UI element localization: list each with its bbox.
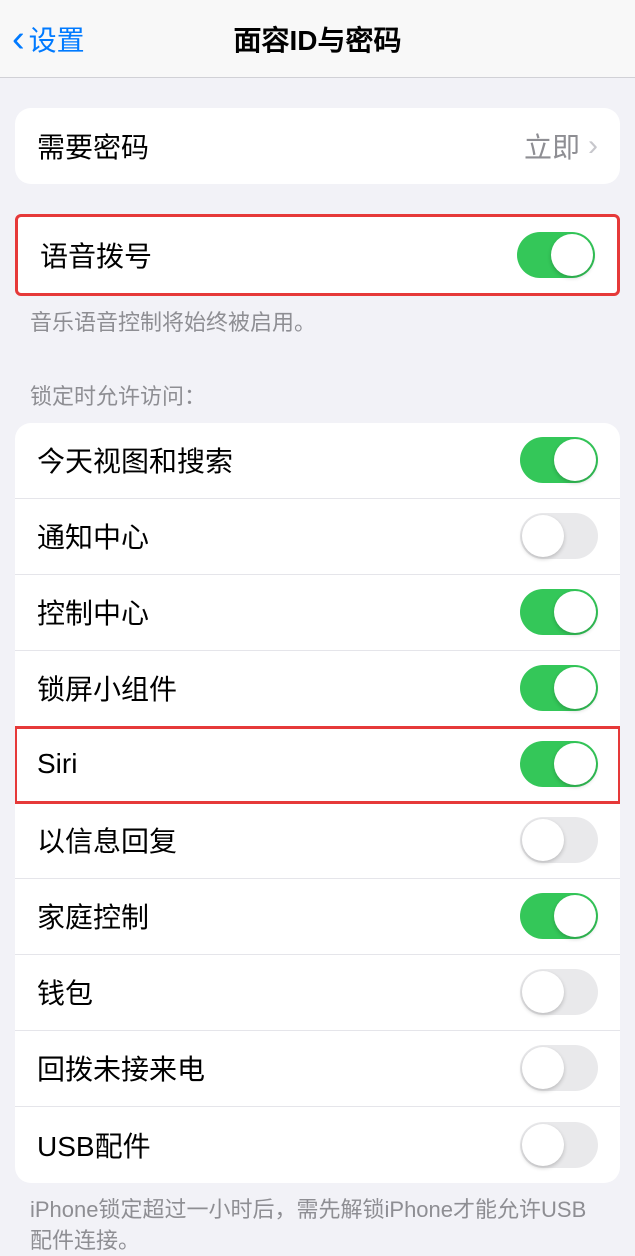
voice-dial-footer: 音乐语音控制将始终被启用。 (0, 296, 635, 339)
back-button[interactable]: ‹ 设置 (0, 19, 85, 59)
lock-item-toggle[interactable] (520, 1122, 598, 1168)
lock-section-footer: iPhone锁定超过一小时后，需先解锁iPhone才能允许USB配件连接。 (0, 1183, 635, 1256)
toggle-knob (522, 971, 564, 1013)
lock-item-toggle[interactable] (520, 969, 598, 1015)
lock-item-label: 通知中心 (37, 516, 149, 556)
header: ‹ 设置 面容ID与密码 (0, 0, 635, 78)
lock-item-label: 锁屏小组件 (37, 668, 177, 708)
lock-item-toggle[interactable] (520, 665, 598, 711)
toggle-knob (554, 439, 596, 481)
lock-item-toggle[interactable] (520, 817, 598, 863)
lock-item-row: 钱包 (15, 955, 620, 1031)
toggle-knob (522, 1047, 564, 1089)
voice-dial-toggle[interactable] (517, 232, 595, 278)
toggle-knob (551, 234, 593, 276)
lock-section-header: 锁定时允许访问： (0, 339, 635, 423)
toggle-knob (554, 895, 596, 937)
toggle-knob (554, 743, 596, 785)
lock-item-label: 家庭控制 (37, 896, 149, 936)
passcode-group: 需要密码 立即 › (15, 108, 620, 184)
lock-item-label: 钱包 (37, 972, 93, 1012)
toggle-knob (522, 515, 564, 557)
toggle-knob (522, 1124, 564, 1166)
lock-item-toggle[interactable] (520, 741, 598, 787)
voice-dial-group: 语音拨号 (15, 214, 620, 296)
toggle-knob (554, 591, 596, 633)
lock-item-label: Siri (37, 748, 77, 780)
require-passcode-row[interactable]: 需要密码 立即 › (15, 108, 620, 184)
lock-item-row: 今天视图和搜索 (15, 423, 620, 499)
toggle-knob (522, 819, 564, 861)
lock-access-group: 今天视图和搜索通知中心控制中心锁屏小组件 Siri 以信息回复家庭控制钱包回拨未接来… (15, 423, 620, 1183)
lock-item-row: 通知中心 (15, 499, 620, 575)
lock-item-label: 今天视图和搜索 (37, 440, 233, 480)
lock-item-label: 以信息回复 (37, 820, 177, 860)
lock-item-row: USB配件 (15, 1107, 620, 1183)
lock-item-toggle[interactable] (520, 513, 598, 559)
voice-dial-row: 语音拨号 (18, 217, 617, 293)
back-label: 设置 (29, 19, 85, 59)
lock-item-label: 控制中心 (37, 592, 149, 632)
page-title: 面容ID与密码 (233, 19, 401, 59)
chevron-right-icon: › (588, 129, 598, 163)
lock-item-row: 控制中心 (15, 575, 620, 651)
lock-item-row: 锁屏小组件 (15, 651, 620, 727)
require-passcode-value: 立即 (524, 126, 580, 166)
lock-item-row: Siri (15, 727, 620, 803)
toggle-knob (554, 667, 596, 709)
lock-item-label: 回拨未接来电 (37, 1048, 205, 1088)
lock-item-toggle[interactable] (520, 1045, 598, 1091)
chevron-left-icon: ‹ (12, 20, 25, 58)
require-passcode-label: 需要密码 (37, 126, 149, 166)
lock-item-row: 回拨未接来电 (15, 1031, 620, 1107)
lock-item-row: 以信息回复 (15, 803, 620, 879)
lock-item-toggle[interactable] (520, 589, 598, 635)
lock-item-toggle[interactable] (520, 437, 598, 483)
lock-item-toggle[interactable] (520, 893, 598, 939)
lock-item-row: 家庭控制 (15, 879, 620, 955)
lock-item-label: USB配件 (37, 1125, 151, 1165)
voice-dial-label: 语音拨号 (40, 235, 152, 275)
